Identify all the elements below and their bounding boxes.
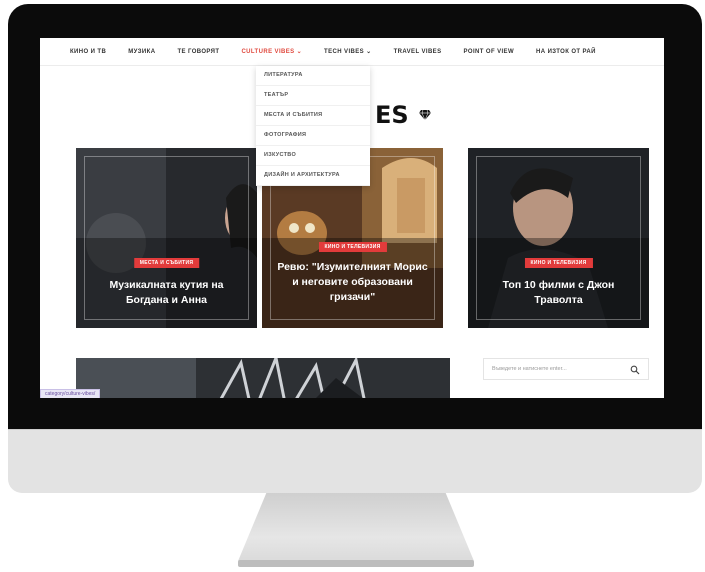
monitor-chin: [8, 429, 702, 493]
post-image: [76, 358, 450, 398]
website-screen: КИНО И ТВ МУЗИКА ТЕ ГОВОРЯТ CULTURE VIBE…: [40, 38, 664, 398]
nav-item-muzika[interactable]: МУЗИКА: [128, 49, 155, 55]
culture-vibes-dropdown: ЛИТЕРАТУРА ТЕАТЪР МЕСТА И СЪБИТИЯ ФОТОГР…: [256, 66, 370, 186]
card-title[interactable]: Ревю: "Изумителният Морис и неговите обр…: [274, 260, 431, 305]
status-bar-url: category/culture-vibes/: [40, 389, 101, 398]
card-title[interactable]: Топ 10 филми с Джон Траволта: [480, 278, 637, 308]
nav-item-travel-vibes[interactable]: TRAVEL VIBES: [394, 49, 442, 55]
nav-item-tech-vibes[interactable]: TECH VIBES ⌄: [324, 48, 372, 55]
diamond-icon: [419, 109, 431, 121]
dropdown-item-literatura[interactable]: ЛИТЕРАТУРА: [256, 66, 370, 86]
category-tag[interactable]: КИНО И ТЕЛЕВИЗИЯ: [318, 242, 387, 252]
monitor-foot: [238, 560, 474, 567]
monitor-stand: [238, 493, 474, 562]
search-placeholder: Въведете и натиснете enter...: [492, 366, 567, 372]
main-navigation: КИНО И ТВ МУЗИКА ТЕ ГОВОРЯТ CULTURE VIBE…: [40, 38, 664, 66]
category-tag[interactable]: МЕСТА И СЪБИТИЯ: [133, 258, 200, 268]
nav-item-point-of-view[interactable]: POINT OF VIEW: [463, 49, 514, 55]
featured-card[interactable]: КИНО И ТЕЛЕВИЗИЯ Топ 10 филми с Джон Тра…: [468, 148, 649, 328]
nav-item-culture-vibes[interactable]: CULTURE VIBES ⌄: [241, 48, 302, 55]
dropdown-item-izkustvo[interactable]: ИЗКУСТВО: [256, 146, 370, 166]
nav-item-te-govoryat[interactable]: ТЕ ГОВОРЯТ: [177, 49, 219, 55]
dropdown-item-mesta-sabitiya[interactable]: МЕСТА И СЪБИТИЯ: [256, 106, 370, 126]
dropdown-item-dizain-arhitektura[interactable]: ДИЗАЙН И АРХИТЕКТУРА: [256, 166, 370, 186]
search-icon[interactable]: [630, 365, 640, 375]
search-input[interactable]: Въведете и натиснете enter...: [483, 358, 649, 380]
dropdown-item-fotografiya[interactable]: ФОТОГРАФИЯ: [256, 126, 370, 146]
post-thumbnail[interactable]: [76, 358, 450, 398]
site-logo[interactable]: ES: [375, 101, 409, 129]
nav-item-na-iztok-ot-rai[interactable]: НА ИЗТОК ОТ РАЙ: [536, 49, 596, 55]
category-tag[interactable]: КИНО И ТЕЛЕВИЗИЯ: [524, 258, 593, 268]
card-title[interactable]: Музикалната кутия на Богдана и Анна: [88, 278, 245, 308]
nav-item-kino-tv[interactable]: КИНО И ТВ: [70, 49, 106, 55]
dropdown-item-teatar[interactable]: ТЕАТЪР: [256, 86, 370, 106]
featured-card[interactable]: МЕСТА И СЪБИТИЯ Музикалната кутия на Бог…: [76, 148, 257, 328]
